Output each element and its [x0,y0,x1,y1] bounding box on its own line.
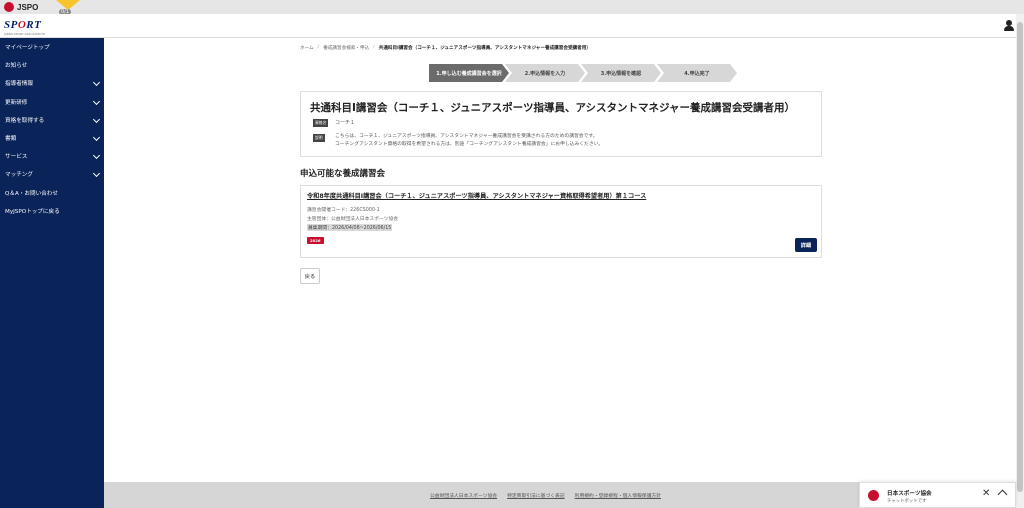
footer-link-commercial-law[interactable]: 特定商取引法に基づく表記 [507,492,565,499]
sidebar-item-label: 資格を取得する [5,117,45,124]
breadcrumb-separator: / [373,45,375,50]
session-title-link[interactable]: 令和8年度共通科目Ⅰ講習会（コーチ１、ジュニアスポーツ指導員、アシスタントマネジ… [307,191,646,200]
qualification-tag: 資格名 [313,119,329,127]
step-3: 3.申込情報を確認 [581,64,661,82]
sidebar-item-matching[interactable]: マッチング [0,165,104,183]
top-strip: JSPO 0/1 [0,0,1024,15]
detail-button[interactable]: 詳細 [795,238,817,252]
sidebar-item-label: Q＆A・お問い合わせ [5,190,58,197]
chevron-up-icon[interactable] [997,489,1008,500]
description-line-2: コーチングアシスタント資格の取得を希望される方は、別途「コーチングアシスタント養… [335,142,604,147]
session-organizer: 主管団体：公益財団法人日本スポーツ協会 [307,217,399,222]
scrollbar[interactable] [1016,14,1024,508]
chevron-down-icon [92,79,101,87]
back-button[interactable]: 戻る [300,268,320,284]
chevron-down-icon [92,97,101,105]
chevron-down-icon [92,170,101,178]
chevron-down-icon [92,133,101,141]
sidebar-item-label: サービス [5,154,28,161]
sidebar-item-label: MyJSPOトップに戻る [5,208,60,215]
breadcrumb-course-search[interactable]: 養成講習会検索・申込 [323,45,369,51]
footer-link-jspo[interactable]: 公益財団法人日本スポーツ協会 [430,492,497,499]
course-description: こちらは、コーチ１、ジュニアスポーツ指導員、アシスタントマネジャー養成講習会を受… [335,133,603,149]
sport-logo-sub: JAPAN SPORT ASSOCIATION [4,32,45,36]
breadcrumb-current: 共通科目Ⅰ講習会（コーチ１、ジュニアスポーツ指導員、アシスタントマネジャー養成講… [378,46,591,51]
sidebar-item-label: お知らせ [5,63,28,70]
section-title: 申込可能な養成講習会 [300,169,386,179]
sidebar-item-mypage-top[interactable]: マイページトップ [0,38,104,56]
sidebar-item-instructor-info[interactable]: 指導者情報 [0,74,104,92]
page-title: 共通科目Ⅰ講習会（コーチ１、ジュニアスポーツ指導員、アシスタントマネジャー養成講… [310,102,796,114]
sidebar-item-acquire-qualification[interactable]: 資格を取得する [0,111,104,129]
session-code: 講習会開催コード：226CS000-1 [307,208,380,213]
breadcrumb: ホーム / 養成講習会検索・申込 / 共通科目Ⅰ講習会（コーチ１、ジュニアスポー… [300,45,591,51]
jspo-logo-mark-icon [4,2,14,12]
description-line-1: こちらは、コーチ１、ジュニアスポーツ指導員、アシスタントマネジャー養成講習会を受… [335,134,598,139]
main-content: ホーム / 養成講習会検索・申込 / 共通科目Ⅰ講習会（コーチ１、ジュニアスポー… [104,38,1016,482]
scrollbar-thumb[interactable] [1017,22,1023,492]
sidebar-item-qa-contact[interactable]: Q＆A・お問い合わせ [0,184,104,202]
sidebar-item-news[interactable]: お知らせ [0,56,104,74]
sidebar-item-label: 更新研修 [5,99,28,106]
step-1: 1.申し込む養成講習会を選択 [429,64,509,82]
footer-link-terms[interactable]: 利用規約・登録規程・個人情報保護方針 [575,492,661,499]
year-badge: 2026 [307,237,324,244]
user-icon[interactable] [1003,20,1015,32]
chatbot-logo-icon [868,490,879,501]
step-2: 2.申込情報を入力 [505,64,585,82]
sidebar-item-label: マイページトップ [5,45,50,52]
jspo-logo-text: JSPO [17,2,39,12]
sidebar-item-services[interactable]: サービス [0,147,104,165]
sidebar: マイページトップ お知らせ 指導者情報 更新研修 資格を取得する 書類 サービス… [0,38,104,508]
course-info-card: 共通科目Ⅰ講習会（コーチ１、ジュニアスポーツ指導員、アシスタントマネジャー養成講… [300,91,822,157]
step-4: 4.申込完了 [657,64,737,82]
sidebar-item-label: 指導者情報 [5,81,33,88]
sidebar-item-label: 書類 [5,136,17,143]
qualification-value: コーチ１ [335,120,356,126]
description-tag: 説明 [313,134,325,142]
sidebar-item-back-to-myjspo[interactable]: MyJSPOトップに戻る [0,202,104,220]
breadcrumb-home[interactable]: ホーム [300,45,314,51]
chevron-down-icon [92,152,101,160]
chatbot-widget[interactable]: 日本スポーツ協会 チャットボットです ✕ [859,482,1016,508]
site-header: SPORT JAPAN SPORT ASSOCIATION [0,14,1024,38]
chatbot-subtitle: チャットボットです [887,499,927,504]
chevron-down-icon [92,115,101,123]
chatbot-name: 日本スポーツ協会 [887,491,932,497]
session-card: 令和8年度共通科目Ⅰ講習会（コーチ１、ジュニアスポーツ指導員、アシスタントマネジ… [300,185,822,258]
sidebar-item-documents[interactable]: 書類 [0,129,104,147]
sidebar-item-renewal-training[interactable]: 更新研修 [0,93,104,111]
jspo-logo[interactable]: JSPO [4,2,38,12]
breadcrumb-separator: / [317,45,320,50]
sidebar-item-label: マッチング [5,172,33,179]
sport-logo[interactable]: SPORT [4,19,41,31]
progress-steps: 1.申し込む養成講習会を選択 2.申込情報を入力 3.申込情報を確認 4.申込完… [429,64,733,82]
footer-links: 公益財団法人日本スポーツ協会 特定商取引法に基づく表記 利用規約・登録規程・個人… [430,492,661,499]
close-icon[interactable]: ✕ [982,489,990,499]
session-period: 募集期間：2026/04/08~2026/06/15 [307,224,393,231]
